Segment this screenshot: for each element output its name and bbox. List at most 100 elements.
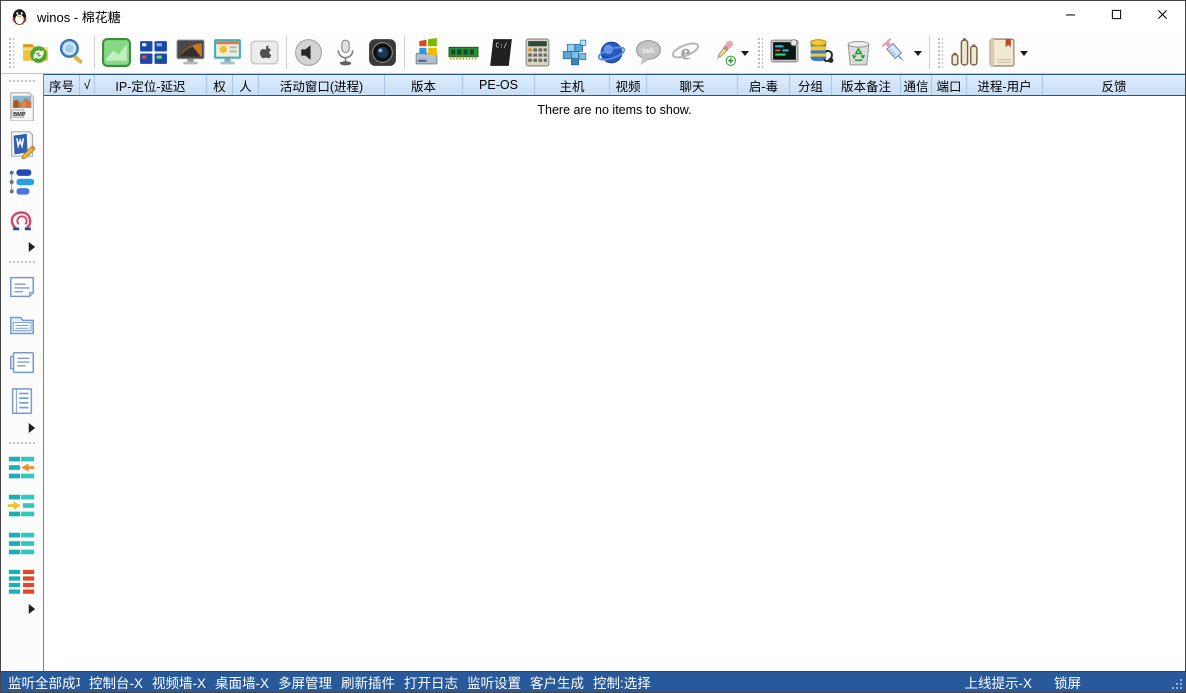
toolbar-button-apple[interactable] <box>246 33 283 71</box>
status-command[interactable]: 客户生成 <box>530 672 584 692</box>
column-header-2[interactable]: √ <box>80 75 95 95</box>
column-header-5[interactable]: 人 <box>233 75 259 95</box>
toolbar-gripper <box>756 36 763 68</box>
status-command[interactable]: 桌面墙-X <box>215 672 269 692</box>
toolbar-button-monitor-picture[interactable] <box>172 33 209 71</box>
apple-icon <box>249 37 280 68</box>
toolbar-button-memory-ram[interactable] <box>445 33 482 71</box>
status-command[interactable]: 上线提示-X <box>965 672 1033 692</box>
titlebar: winos - 棉花糖 <box>1 1 1185 31</box>
sidebar-button-bars-plain[interactable] <box>5 527 39 561</box>
column-header-13[interactable]: 分组 <box>790 75 832 95</box>
toolbar-separator <box>286 35 287 69</box>
table-header-row: 序号√IP-定位-延迟权人活动窗口(进程)版本PE-OS主机视频聊天启-毒分组版… <box>44 74 1185 96</box>
sidebar-button-org-list[interactable] <box>5 165 39 199</box>
bmp-image-icon: BMP <box>7 91 37 121</box>
sidebar-button-bars-arrow-left[interactable] <box>5 451 39 485</box>
sidebar-button-folder-lines[interactable] <box>5 308 39 342</box>
column-header-18[interactable]: 反馈 <box>1043 75 1185 95</box>
toolbar-button-battery-barrel[interactable] <box>803 33 840 71</box>
sidebar-button-list-page[interactable] <box>5 384 39 418</box>
sidebar-button-bmp-image[interactable]: BMP <box>5 89 39 123</box>
content-area: 序号√IP-定位-延迟权人活动窗口(进程)版本PE-OS主机视频聊天启-毒分组版… <box>44 74 1185 671</box>
status-command[interactable]: 视频墙-X <box>152 672 206 692</box>
binder-clip-icon <box>7 205 37 235</box>
status-command[interactable]: 锁屏 <box>1054 672 1081 692</box>
toolbar-button-registry-cubes[interactable] <box>556 33 593 71</box>
sidebar-expand-arrow-group-3[interactable] <box>26 602 38 615</box>
toolbar-button-color-dropper[interactable] <box>704 33 753 71</box>
toolbar-button-desktop-wall[interactable] <box>135 33 172 71</box>
column-header-8[interactable]: PE-OS <box>463 75 535 95</box>
toolbar-button-microphone[interactable] <box>327 33 364 71</box>
note-card-icon <box>7 272 37 302</box>
column-header-10[interactable]: 视频 <box>610 75 647 95</box>
column-header-11[interactable]: 聊天 <box>647 75 738 95</box>
toolbar-button-terminal[interactable]: C:/ <box>482 33 519 71</box>
sidebar-expand-arrow-group-1[interactable] <box>26 240 38 253</box>
column-header-7[interactable]: 版本 <box>385 75 463 95</box>
toolbar-button-search[interactable] <box>54 33 91 71</box>
empty-message: There are no items to show. <box>537 103 691 117</box>
expand-arrow-icon <box>26 240 37 253</box>
column-header-12[interactable]: 启-毒 <box>738 75 790 95</box>
terminal-icon: C:/ <box>485 37 516 68</box>
toolbar-button-talk-bubble[interactable]: talk <box>630 33 667 71</box>
sidebar-gripper <box>7 259 37 265</box>
sidebar-button-bars-red[interactable] <box>5 565 39 599</box>
sidebar-button-clipboard-note[interactable] <box>5 346 39 380</box>
column-header-4[interactable]: 权 <box>207 75 233 95</box>
app-window: winos - 棉花糖 C:/ talke BMP 序号√IP-定位-延迟权人活动… <box>0 0 1186 693</box>
toolbar-button-calculator[interactable] <box>519 33 556 71</box>
sidebar-gripper <box>7 440 37 446</box>
toolbar-button-syringe[interactable] <box>877 33 926 71</box>
sidebar-button-bars-arrow-right[interactable] <box>5 489 39 523</box>
column-header-14[interactable]: 版本备注 <box>832 75 901 95</box>
clipboard-note-icon <box>7 348 37 378</box>
empty-list-area[interactable]: There are no items to show. <box>44 96 1185 671</box>
column-header-15[interactable]: 通信 <box>901 75 932 95</box>
toolbar-button-folder-sync[interactable] <box>17 33 54 71</box>
toolbar-gripper <box>936 36 943 68</box>
color-dropper-dropdown-caret[interactable] <box>741 51 749 56</box>
toolbar-button-globe-network[interactable] <box>593 33 630 71</box>
toolbar-button-monitor-dark[interactable] <box>766 33 803 71</box>
toolbar: C:/ talke <box>1 31 1185 74</box>
sidebar-expand-arrow-group-2[interactable] <box>26 421 38 434</box>
folder-lines-icon <box>7 310 37 340</box>
toolbar-button-ie-browser[interactable]: e <box>667 33 704 71</box>
word-doc-icon <box>7 129 37 159</box>
toolbar-button-windows-system[interactable] <box>408 33 445 71</box>
column-header-9[interactable]: 主机 <box>535 75 610 95</box>
column-header-6[interactable]: 活动窗口(进程) <box>259 75 385 95</box>
column-header-17[interactable]: 进程-用户 <box>967 75 1043 95</box>
notebook-dropdown-caret[interactable] <box>1020 51 1028 56</box>
toolbar-button-monitor-window[interactable] <box>209 33 246 71</box>
toolbar-separator <box>404 35 405 69</box>
column-header-3[interactable]: IP-定位-延迟 <box>95 75 207 95</box>
toolbar-button-camera-lens[interactable] <box>364 33 401 71</box>
toolbar-button-chart-screen[interactable] <box>98 33 135 71</box>
qq-penguin-icon <box>10 7 29 26</box>
resize-grip-icon[interactable] <box>1170 678 1183 691</box>
status-command[interactable]: 监听设置 <box>467 672 521 692</box>
toolbar-button-trash-recycle[interactable] <box>840 33 877 71</box>
maximize-button[interactable] <box>1093 1 1139 31</box>
sidebar-button-word-doc[interactable] <box>5 127 39 161</box>
toolbar-button-bottles-stats[interactable] <box>946 33 983 71</box>
status-command[interactable]: 打开日志 <box>404 672 458 692</box>
status-command[interactable]: 多屏管理 <box>278 672 332 692</box>
sidebar-button-note-card[interactable] <box>5 270 39 304</box>
minimize-button[interactable] <box>1047 1 1093 31</box>
status-command[interactable]: 刷新插件 <box>341 672 395 692</box>
registry-cubes-icon <box>559 37 590 68</box>
syringe-dropdown-caret[interactable] <box>914 51 922 56</box>
column-header-1[interactable]: 序号 <box>44 75 80 95</box>
status-command[interactable]: 控制台-X <box>89 672 143 692</box>
toolbar-button-speaker[interactable] <box>290 33 327 71</box>
toolbar-button-notebook[interactable] <box>983 33 1032 71</box>
column-header-16[interactable]: 端口 <box>932 75 967 95</box>
svg-text:C:/: C:/ <box>495 41 507 49</box>
close-button[interactable] <box>1139 1 1185 31</box>
sidebar-button-binder-clip[interactable] <box>5 203 39 237</box>
